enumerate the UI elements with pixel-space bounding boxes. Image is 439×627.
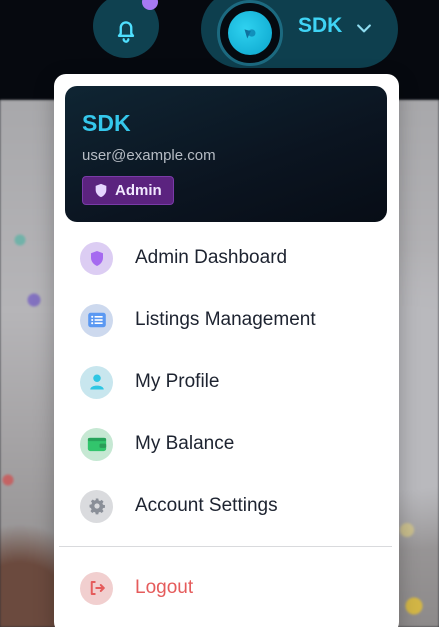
chevron-down-icon <box>357 24 371 33</box>
menu-item-my-profile[interactable]: My Profile <box>54 354 399 410</box>
shield-icon <box>80 241 113 275</box>
menu-item-my-balance[interactable]: My Balance <box>54 416 399 472</box>
role-label: Admin <box>115 182 162 199</box>
profile-card: SDK user@example.com Admin <box>65 86 387 222</box>
menu-item-label: Listings Management <box>135 309 316 330</box>
user-dropdown-menu: SDK user@example.com Admin Admin Dashboa… <box>54 74 399 627</box>
avatar-icon <box>244 29 256 39</box>
logout-label: Logout <box>135 577 194 598</box>
shield-icon <box>95 183 107 198</box>
user-icon <box>80 365 113 399</box>
menu-item-admin-dashboard[interactable]: Admin Dashboard <box>54 230 399 286</box>
user-name: SDK <box>298 14 343 37</box>
bell-icon <box>117 21 135 43</box>
menu-item-listings-management[interactable]: Listings Management <box>54 292 399 348</box>
menu-item-label: Account Settings <box>135 495 278 516</box>
gear-icon <box>80 489 113 523</box>
menu-divider <box>59 546 392 547</box>
list-icon <box>80 303 113 337</box>
logout-button[interactable]: Logout <box>54 560 399 616</box>
profile-email: user@example.com <box>82 147 216 164</box>
menu-item-label: My Balance <box>135 433 235 454</box>
logout-icon <box>80 571 113 605</box>
user-menu-toggle[interactable]: SDK <box>201 0 398 68</box>
wallet-icon <box>80 427 113 461</box>
menu-item-account-settings[interactable]: Account Settings <box>54 478 399 534</box>
avatar <box>217 0 283 66</box>
menu-item-label: My Profile <box>135 371 220 392</box>
menu-item-label: Admin Dashboard <box>135 247 288 268</box>
role-badge: Admin <box>82 176 174 205</box>
profile-name: SDK <box>82 110 131 136</box>
avatar-image <box>228 11 272 55</box>
